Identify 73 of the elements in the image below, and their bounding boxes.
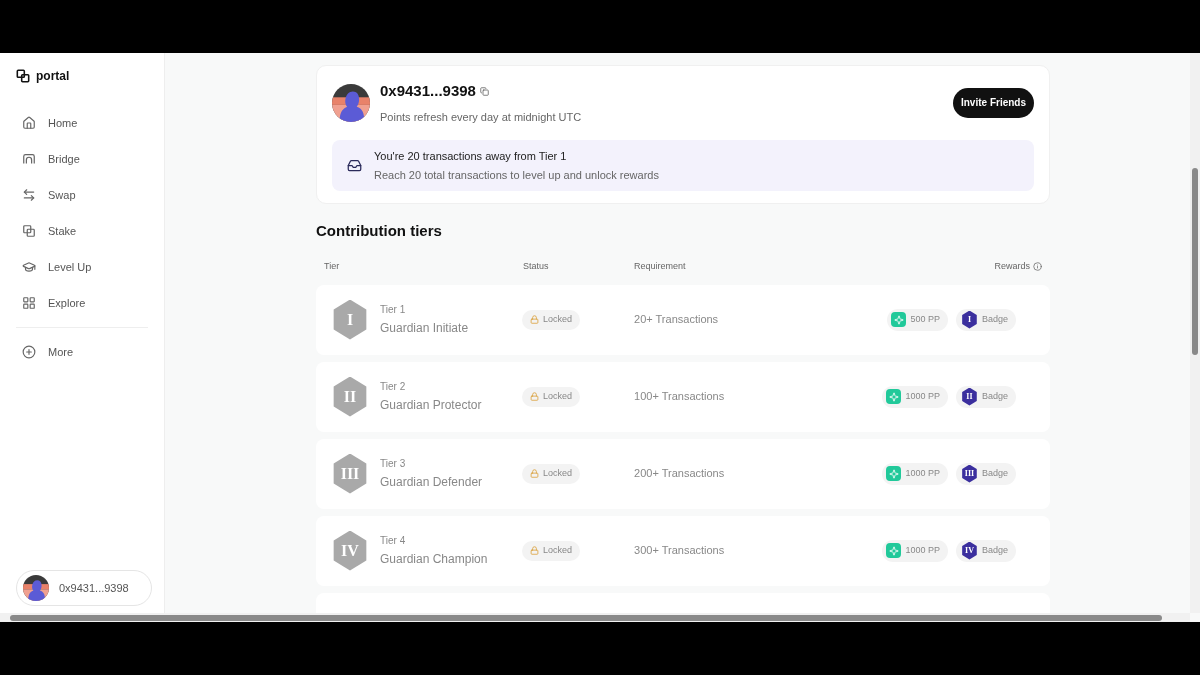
badge-reward: I Badge xyxy=(955,308,1016,331)
status-pill: Locked xyxy=(522,309,581,330)
nav-item[interactable]: Swap xyxy=(16,181,148,209)
vertical-scrollbar[interactable] xyxy=(1190,53,1200,613)
info-icon[interactable] xyxy=(1033,262,1042,271)
tier-name: Guardian Protector xyxy=(380,397,483,414)
logo-text: portal xyxy=(36,68,70,85)
column-header: Requirement xyxy=(634,259,687,273)
tray-icon xyxy=(347,158,362,173)
status-pill: Locked xyxy=(522,540,581,561)
horizontal-scrollbar[interactable] xyxy=(0,613,1190,622)
refresh-note: Points refresh every day at midnight UTC xyxy=(380,109,583,125)
swap-icon xyxy=(22,188,36,202)
points-reward: 500 PP xyxy=(887,308,948,331)
points-reward: 1000 PP xyxy=(882,385,948,408)
lock-icon xyxy=(530,546,539,555)
nav-item[interactable]: Level Up xyxy=(16,253,148,281)
grid-icon xyxy=(22,296,36,310)
home-icon xyxy=(22,116,36,130)
points-reward: 1000 PP xyxy=(882,462,948,485)
avatar-icon xyxy=(332,83,370,122)
badge-reward: IV Badge xyxy=(955,539,1016,562)
tier-name: Guardian Champion xyxy=(380,551,489,568)
tier-number: Tier 3 xyxy=(380,457,407,471)
tier-name: Guardian Initiate xyxy=(380,320,470,337)
requirement-text: 200+ Transactions xyxy=(634,466,726,482)
status-pill: Locked xyxy=(522,463,581,484)
column-header: Tier xyxy=(324,259,341,273)
badge-reward: II Badge xyxy=(955,385,1016,408)
avatar-icon xyxy=(23,575,49,601)
requirement-text: 300+ Transactions xyxy=(634,543,726,559)
tier-emblem: IV xyxy=(331,530,369,571)
more-item[interactable]: More xyxy=(16,338,148,366)
tier-number: Tier 1 xyxy=(380,303,407,317)
nav-item[interactable]: Explore xyxy=(16,289,148,317)
badge-emblem: II xyxy=(960,387,978,406)
tier-emblem: I xyxy=(331,299,369,340)
lock-icon xyxy=(530,469,539,478)
requirement-text: 100+ Transactions xyxy=(634,389,726,405)
section-title: Contribution tiers xyxy=(316,221,443,241)
notice-title: You're 20 transactions away from Tier 1 xyxy=(374,149,568,164)
sparkle-icon xyxy=(891,312,907,327)
tier-emblem: II xyxy=(331,376,369,417)
wallet-address: 0x9431...9398 xyxy=(380,81,476,101)
bridge-icon xyxy=(22,152,36,166)
tier-name: Guardian Defender xyxy=(380,474,484,491)
tier-number: Tier 4 xyxy=(380,534,407,548)
stake-icon xyxy=(22,224,36,238)
badge-emblem: I xyxy=(960,310,978,329)
badge-emblem: IV xyxy=(960,541,978,560)
notice-text: Reach 20 total transactions to level up and unlock rewards xyxy=(374,167,659,183)
lock-icon xyxy=(530,392,539,401)
sparkle-icon xyxy=(886,389,902,404)
column-header: Status xyxy=(523,259,550,273)
nav-item[interactable]: Bridge xyxy=(16,145,148,173)
sparkle-icon xyxy=(886,543,902,558)
graduation-cap-icon xyxy=(22,260,36,274)
points-reward: 1000 PP xyxy=(882,539,948,562)
nav-item[interactable]: Home xyxy=(16,109,148,137)
plus-icon xyxy=(22,345,36,359)
column-header: Rewards xyxy=(994,259,1030,273)
badge-reward: III Badge xyxy=(955,462,1016,485)
status-pill: Locked xyxy=(522,386,581,407)
lock-icon xyxy=(530,315,539,324)
badge-emblem: III xyxy=(960,464,978,483)
invite-friends-button[interactable]: Invite Friends xyxy=(953,87,1034,118)
copy-icon[interactable] xyxy=(479,86,489,96)
logo-icon xyxy=(16,69,30,83)
nav-item[interactable]: Stake xyxy=(16,217,148,245)
tier-emblem: III xyxy=(331,453,369,494)
tier-number: Tier 2 xyxy=(380,380,407,394)
requirement-text: 20+ Transactions xyxy=(634,312,720,328)
sparkle-icon xyxy=(886,466,902,481)
